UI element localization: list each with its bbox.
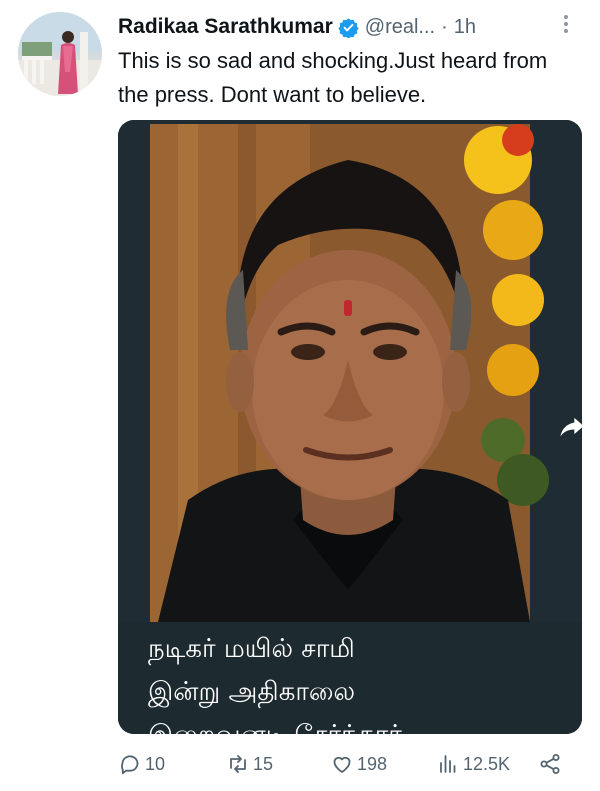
tweet-timestamp[interactable]: 1h — [454, 16, 476, 39]
author-handle[interactable]: @real... — [365, 16, 435, 39]
retweet-icon — [230, 755, 246, 773]
like-icon — [333, 756, 351, 773]
share-button[interactable] — [538, 752, 565, 776]
tweet-action-bar: 10 15 198 12.5K — [118, 748, 578, 782]
tweet-header: Radikaa Sarathkumar @real... · 1h — [118, 12, 476, 42]
avatar-image — [18, 12, 102, 96]
view-count: 12.5K — [463, 753, 511, 774]
reply-count: 10 — [145, 753, 166, 774]
more-options-icon[interactable] — [556, 10, 576, 38]
views-icon — [440, 755, 456, 773]
tweet-text: This is so sad and shocking.Just heard f… — [118, 48, 548, 107]
reply-icon — [121, 755, 139, 775]
views-button[interactable]: 12.5K — [436, 752, 510, 776]
share-icon — [540, 754, 560, 774]
tweet-media[interactable]: நடிகர் மயில் சாமி இன்று அதிகாலை இறைவனடி … — [118, 120, 582, 734]
like-button[interactable]: 198 — [330, 752, 387, 776]
avatar[interactable] — [18, 12, 102, 96]
time-separator: · — [441, 15, 448, 38]
media-caption: நடிகர் மயில் சாமி இன்று அதிகாலை இறைவனடி … — [148, 634, 402, 734]
reply-button[interactable]: 10 — [118, 752, 165, 776]
author-display-name[interactable]: Radikaa Sarathkumar — [118, 15, 333, 39]
retweet-button[interactable]: 15 — [226, 752, 273, 776]
retweet-count: 15 — [253, 753, 274, 774]
like-count: 198 — [357, 753, 388, 774]
share-arrow-icon[interactable] — [558, 412, 586, 440]
verified-badge-icon — [338, 17, 359, 39]
